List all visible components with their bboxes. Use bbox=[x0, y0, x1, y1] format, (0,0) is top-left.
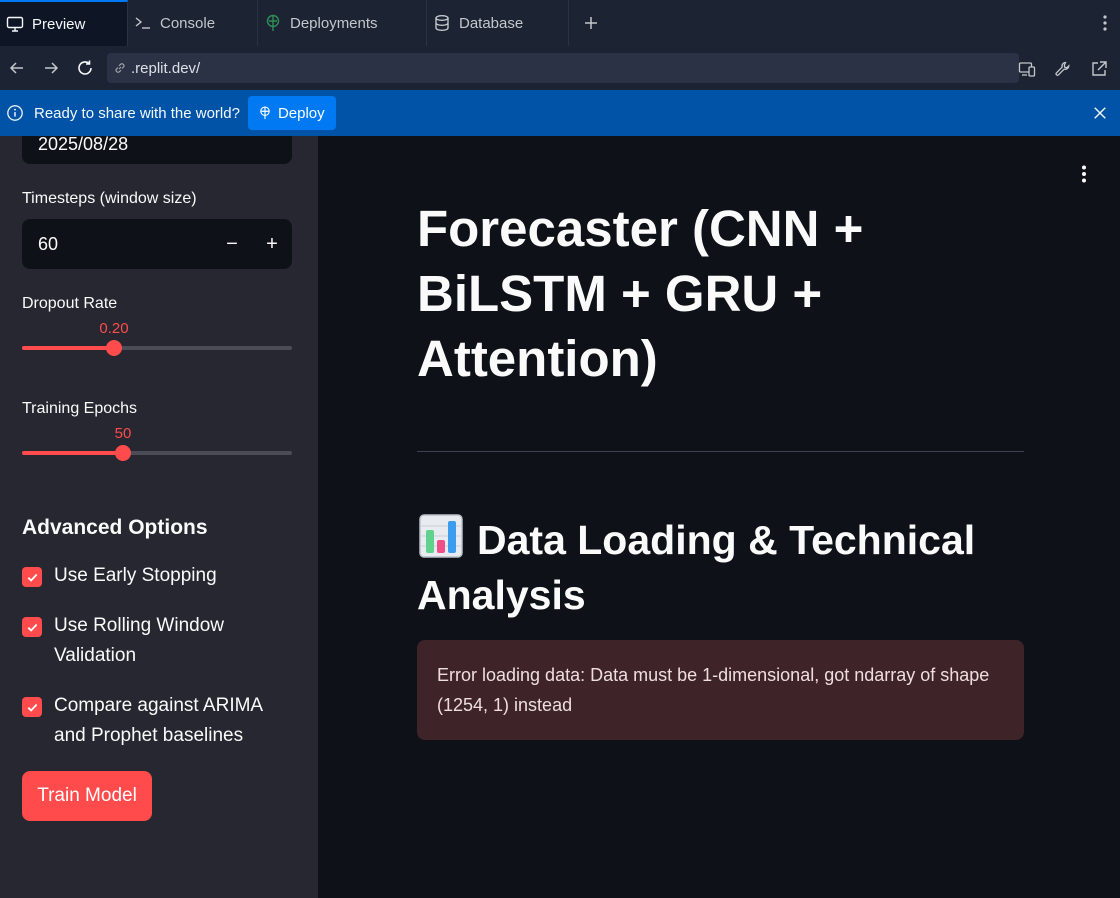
reload-icon bbox=[78, 60, 92, 75]
workspace-tab-bar: Preview Console Deployments Database bbox=[0, 0, 1120, 46]
slider-thumb[interactable] bbox=[106, 340, 122, 356]
database-icon bbox=[435, 15, 449, 32]
timesteps-label: Timesteps (window size) bbox=[22, 190, 197, 207]
arrow-right-icon bbox=[45, 62, 59, 74]
baselines-checkbox[interactable]: Compare against ARIMA and Prophet baseli… bbox=[22, 695, 302, 751]
date-input[interactable]: 2025/08/28 bbox=[22, 136, 292, 164]
link-icon bbox=[115, 63, 125, 73]
train-model-button[interactable]: Train Model bbox=[22, 771, 152, 821]
new-tab-button[interactable] bbox=[569, 0, 613, 46]
open-new-tab-button[interactable] bbox=[1082, 52, 1116, 86]
section-heading-text: Data Loading & Technical Analysis bbox=[417, 517, 976, 618]
wrench-icon bbox=[1055, 61, 1070, 76]
decrement-button[interactable]: − bbox=[212, 219, 252, 269]
tab-console-label: Console bbox=[160, 14, 216, 32]
deploy-banner: Ready to share with the world? Deploy bbox=[0, 90, 1120, 136]
close-icon bbox=[1094, 107, 1106, 119]
epochs-label: Training Epochs bbox=[22, 400, 138, 417]
checkbox-label: Compare against ARIMA and Prophet baseli… bbox=[54, 695, 263, 746]
devices-icon bbox=[1018, 62, 1036, 77]
kebab-menu-icon bbox=[1082, 165, 1086, 183]
page-title: Forecaster (CNN + BiLSTM + GRU + Attenti… bbox=[417, 200, 864, 387]
checkbox-checked-icon[interactable] bbox=[22, 617, 42, 637]
address-bar: .replit.dev/ bbox=[0, 46, 1120, 90]
increment-button[interactable]: + bbox=[252, 219, 292, 269]
epochs-value: 50 bbox=[114, 425, 132, 442]
tab-deployments[interactable]: Deployments bbox=[258, 0, 427, 46]
kebab-menu-icon bbox=[1103, 15, 1107, 31]
external-link-icon bbox=[1092, 61, 1107, 76]
early-stopping-checkbox[interactable]: Use Early Stopping bbox=[22, 565, 302, 591]
dropout-label: Dropout Rate bbox=[22, 295, 118, 312]
deploy-button-label: Deploy bbox=[277, 104, 325, 122]
deploy-icon bbox=[260, 106, 270, 120]
devtools-button[interactable] bbox=[1046, 52, 1080, 86]
slider-fill bbox=[22, 346, 114, 350]
plus-icon bbox=[585, 17, 597, 29]
reload-button[interactable] bbox=[68, 51, 102, 85]
tab-preview-label: Preview bbox=[32, 15, 86, 33]
arrow-left-icon bbox=[9, 62, 23, 74]
devices-button[interactable] bbox=[1010, 52, 1044, 86]
deploy-button[interactable]: Deploy bbox=[247, 96, 336, 130]
timesteps-value[interactable]: 60 bbox=[22, 234, 212, 255]
checkbox-label: Use Rolling Window Validation bbox=[54, 615, 225, 666]
dropout-value: 0.20 bbox=[99, 320, 129, 337]
slider-thumb[interactable] bbox=[115, 445, 131, 461]
dropout-slider[interactable]: 0.20 bbox=[22, 320, 292, 360]
forward-button[interactable] bbox=[34, 51, 68, 85]
rolling-window-checkbox[interactable]: Use Rolling Window Validation bbox=[22, 615, 302, 671]
url-text: .replit.dev/ bbox=[131, 59, 201, 77]
terminal-icon bbox=[135, 17, 150, 29]
tab-database-label: Database bbox=[459, 14, 524, 32]
url-field[interactable]: .replit.dev/ bbox=[107, 53, 1019, 83]
deploy-icon bbox=[266, 14, 280, 31]
epochs-slider[interactable]: 50 bbox=[22, 425, 292, 465]
tab-console[interactable]: Console bbox=[128, 0, 258, 46]
monitor-icon bbox=[6, 16, 24, 32]
tab-preview[interactable]: Preview bbox=[0, 0, 128, 46]
timesteps-number-input: 60 − + bbox=[22, 219, 292, 269]
tab-database[interactable]: Database bbox=[427, 0, 569, 46]
info-icon bbox=[5, 103, 25, 123]
checkbox-checked-icon[interactable] bbox=[22, 697, 42, 717]
tab-menu-button[interactable] bbox=[1090, 0, 1120, 46]
sidebar: 2025/08/28 Timesteps (window size) 60 − … bbox=[0, 136, 318, 898]
banner-close-button[interactable] bbox=[1090, 103, 1110, 123]
section-heading: Data Loading & Technical Analysis bbox=[417, 512, 1037, 623]
advanced-options-heading: Advanced Options bbox=[22, 516, 208, 539]
slider-fill bbox=[22, 451, 123, 455]
back-button[interactable] bbox=[0, 51, 34, 85]
divider bbox=[417, 451, 1024, 452]
banner-message: Ready to share with the world? bbox=[34, 104, 240, 122]
tab-deployments-label: Deployments bbox=[290, 14, 378, 32]
checkbox-checked-icon[interactable] bbox=[22, 567, 42, 587]
app-menu-button[interactable] bbox=[1074, 160, 1094, 188]
bar-chart-emoji-icon bbox=[419, 514, 463, 558]
checkbox-label: Use Early Stopping bbox=[54, 565, 217, 586]
error-alert: Error loading data: Data must be 1-dimen… bbox=[417, 640, 1024, 740]
